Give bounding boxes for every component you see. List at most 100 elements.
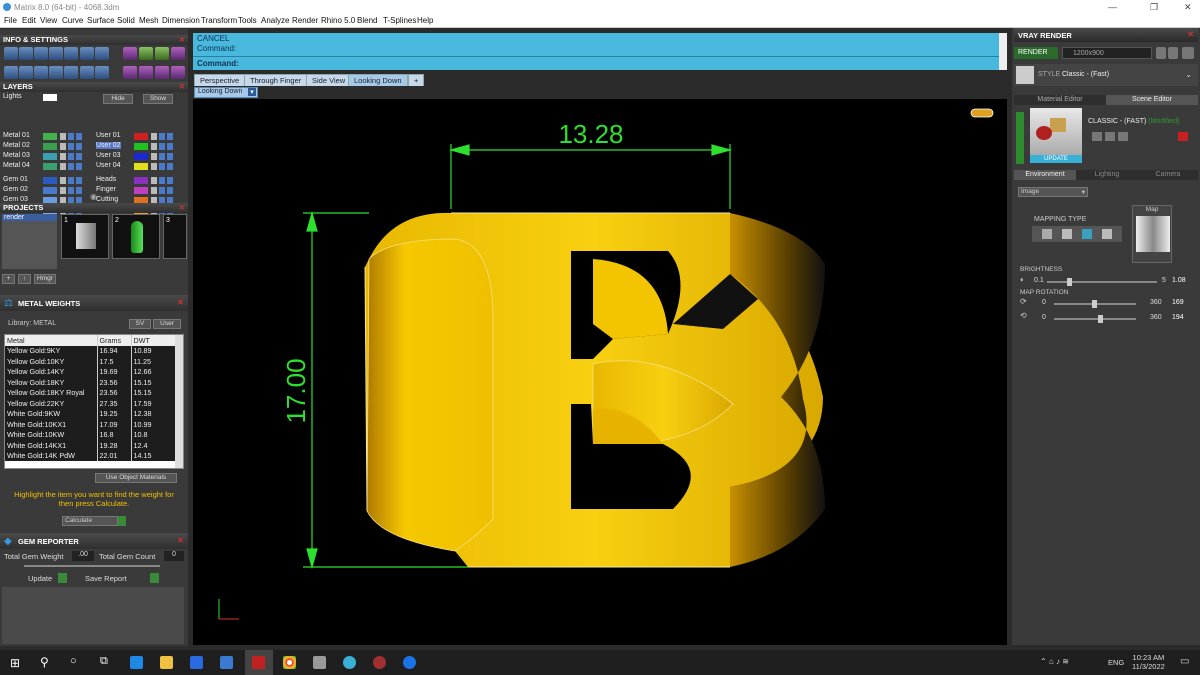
layer-row[interactable]: Gem 01 xyxy=(3,176,93,185)
table-row[interactable]: White Gold:14KX1 19.28 12.4 xyxy=(5,440,176,451)
table-row[interactable]: Yellow Gold:22KY 27.35 17.59 xyxy=(5,398,176,409)
view-label[interactable]: Looking Down ▾ xyxy=(194,87,258,98)
clock[interactable]: 10:23 AM 11/3/2022 xyxy=(1132,653,1165,671)
visibility-icon[interactable] xyxy=(68,143,74,150)
layer-color-swatch[interactable] xyxy=(43,187,57,194)
project-thumb-1[interactable]: 1 xyxy=(61,214,109,259)
edit-icon[interactable] xyxy=(64,47,78,60)
brightness-slider[interactable] xyxy=(1047,278,1157,286)
close-icon[interactable]: ✕ xyxy=(1187,30,1194,39)
layer-row[interactable]: User 01 xyxy=(96,132,186,141)
view-icon[interactable] xyxy=(123,47,137,60)
grid-icon[interactable] xyxy=(95,47,109,60)
layers-icon[interactable] xyxy=(34,47,48,60)
col-grams[interactable]: Grams xyxy=(97,335,132,346)
command-scrollbar[interactable] xyxy=(999,33,1007,70)
search-icon[interactable] xyxy=(19,47,33,60)
table-row[interactable]: Yellow Gold:10KY 17.5 11.25 xyxy=(5,356,176,367)
layer-color-swatch[interactable] xyxy=(134,143,148,150)
select-icon[interactable] xyxy=(167,177,173,184)
menu-render[interactable]: Render xyxy=(292,16,318,25)
menu-view[interactable]: View xyxy=(40,16,57,25)
lock-icon[interactable] xyxy=(151,133,157,140)
visibility-icon[interactable] xyxy=(68,133,74,140)
expand-icon[interactable] xyxy=(1182,47,1194,59)
lock-icon[interactable] xyxy=(60,163,66,170)
visibility-icon[interactable] xyxy=(159,143,165,150)
visibility-icon[interactable] xyxy=(159,153,165,160)
layer-row[interactable]: Metal 02 xyxy=(3,142,93,151)
rotation1-slider[interactable] xyxy=(1054,300,1136,308)
table-row[interactable]: Yellow Gold:9KY 16.94 10.89 xyxy=(5,345,176,356)
material-icon[interactable] xyxy=(139,66,153,79)
menu-transform[interactable]: Transform xyxy=(201,16,237,25)
tab-side-view[interactable]: Side View xyxy=(306,74,352,86)
store-icon[interactable] xyxy=(190,656,203,669)
gem-icon[interactable] xyxy=(34,66,48,79)
layer-row[interactable]: Metal 03 xyxy=(3,152,93,161)
model-canvas[interactable]: 13.28 17.00 xyxy=(193,99,1007,645)
layer-row[interactable]: Finger xyxy=(96,186,186,195)
tab-looking-down[interactable]: Looking Down xyxy=(348,74,408,86)
filter-icon[interactable] xyxy=(49,66,63,79)
layer-color-swatch[interactable] xyxy=(134,133,148,140)
visibility-icon[interactable] xyxy=(68,177,74,184)
map-thumbnail[interactable]: Map xyxy=(1132,205,1172,263)
user-button[interactable]: User xyxy=(153,319,181,329)
lights-row[interactable]: Lights Hide Show xyxy=(3,93,183,104)
calculate-button[interactable] xyxy=(118,516,126,526)
lights-swatch[interactable] xyxy=(43,94,57,101)
brightness-knob[interactable] xyxy=(1067,278,1072,286)
cortana-icon[interactable]: ○ xyxy=(70,655,77,667)
app3-icon[interactable] xyxy=(373,656,386,669)
visibility-icon[interactable] xyxy=(68,163,74,170)
tab-environment[interactable]: Environment xyxy=(1014,170,1076,180)
matrix-icon[interactable] xyxy=(343,656,356,669)
close-icon[interactable]: ✕ xyxy=(179,203,185,213)
app2-icon[interactable] xyxy=(313,656,326,669)
calculate-field[interactable]: Calculate xyxy=(62,516,118,526)
task-view-icon[interactable]: ⧉ xyxy=(100,655,108,668)
tab-material-editor[interactable]: Material Editor xyxy=(1014,95,1106,105)
layer-row[interactable]: Metal 04 xyxy=(3,162,93,171)
spherical-icon[interactable] xyxy=(1102,229,1112,239)
layer-row[interactable]: User 04 xyxy=(96,162,186,171)
lock-icon[interactable] xyxy=(60,153,66,160)
tab-through-finger[interactable]: Through Finger xyxy=(244,74,308,86)
render-icon[interactable] xyxy=(123,66,137,79)
metal-weights-table[interactable]: Metal Grams DWT Yellow Gold:9KY 16.94 10.8… xyxy=(4,334,184,469)
hide-button[interactable]: Hide xyxy=(103,94,133,104)
select-icon[interactable] xyxy=(167,143,173,150)
brightness-value[interactable]: 1.08 xyxy=(1172,277,1186,284)
chevron-down-icon[interactable]: ⌄ xyxy=(1185,70,1192,79)
lock-icon[interactable] xyxy=(151,177,157,184)
table-row[interactable]: Yellow Gold:18KY 23.56 15.15 xyxy=(5,377,176,388)
rotation2-knob[interactable] xyxy=(1098,315,1103,323)
layer-color-swatch[interactable] xyxy=(43,153,57,160)
frame-icon[interactable] xyxy=(155,47,169,60)
taskbar-active-app[interactable] xyxy=(245,650,273,675)
command-area[interactable]: CANCEL Command: Command: xyxy=(193,33,1007,70)
brush-icon[interactable] xyxy=(80,47,94,60)
layer-row[interactable]: Heads xyxy=(96,176,186,185)
table-row[interactable]: Yellow Gold:14KY 19.69 12.66 xyxy=(5,366,176,377)
menu-surface[interactable]: Surface xyxy=(87,16,115,25)
col-dwt[interactable]: DWT xyxy=(131,335,176,346)
select-icon[interactable] xyxy=(167,187,173,194)
collapse-icon[interactable]: ◉ xyxy=(90,192,97,201)
camera-icon[interactable] xyxy=(95,66,109,79)
layer-row[interactable]: Metal 01 xyxy=(3,132,93,141)
maximize-button[interactable]: ❐ xyxy=(1150,2,1158,13)
next-icon[interactable] xyxy=(1168,47,1178,59)
select-icon[interactable] xyxy=(167,163,173,170)
chrome-icon[interactable] xyxy=(283,656,296,669)
lock-icon[interactable] xyxy=(151,163,157,170)
delete-icon[interactable] xyxy=(1178,132,1188,141)
minimize-button[interactable]: — xyxy=(1108,2,1117,12)
lock-icon[interactable] xyxy=(60,143,66,150)
visibility-icon[interactable] xyxy=(68,153,74,160)
menu-help[interactable]: Help xyxy=(417,16,433,25)
select-icon[interactable] xyxy=(76,153,82,160)
visibility-icon[interactable] xyxy=(159,133,165,140)
cubic-icon[interactable] xyxy=(1062,229,1072,239)
